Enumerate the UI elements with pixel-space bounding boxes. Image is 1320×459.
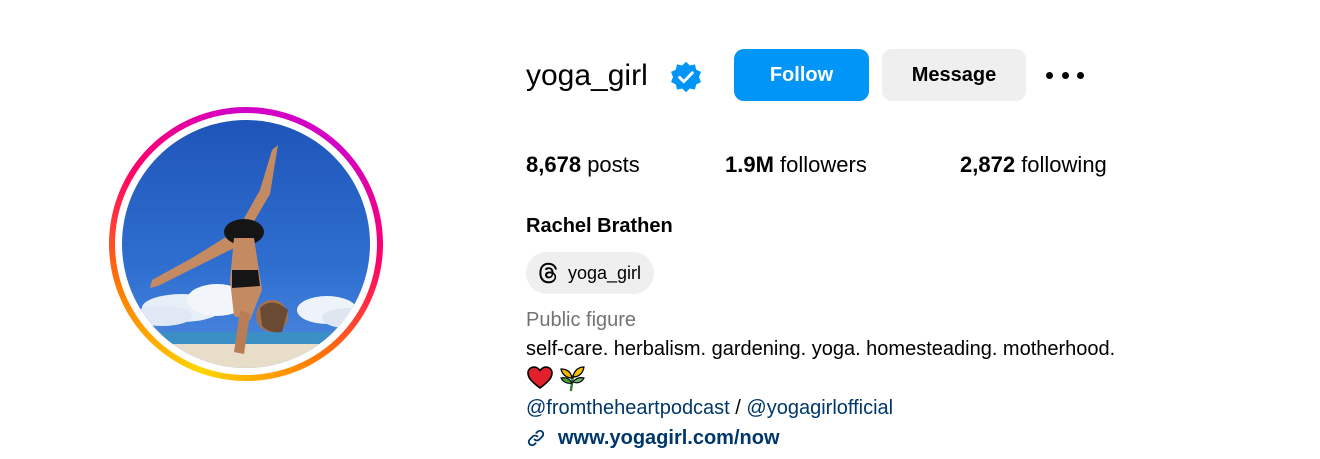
threads-label: yoga_girl: [568, 262, 642, 283]
followers-stat[interactable]: 1.9M followers: [725, 148, 867, 182]
posts-label: posts: [587, 152, 640, 177]
mention-link-official[interactable]: @yogagirlofficial: [746, 397, 893, 419]
profile-page: yoga_girl Follow Message 8,678 posts 1.9…: [0, 0, 1320, 459]
threads-icon: [539, 262, 557, 284]
link-icon: [527, 429, 545, 447]
story-ring[interactable]: [109, 107, 383, 381]
bio-emojis: [526, 364, 586, 392]
message-button[interactable]: Message: [882, 49, 1026, 101]
bio-text: self-care. herbalism. gardening. yoga. h…: [526, 338, 1116, 360]
mention-link-podcast[interactable]: @fromtheheartpodcast: [526, 397, 730, 419]
following-stat[interactable]: 2,872 following: [960, 148, 1107, 182]
avatar-gap: [115, 113, 377, 375]
dot: [1077, 71, 1084, 79]
follow-button[interactable]: Follow: [734, 49, 869, 101]
category-label: Public figure: [526, 309, 637, 331]
dot: [1061, 71, 1069, 79]
username: yoga_girl: [526, 59, 648, 92]
red-heart-icon: [527, 366, 553, 389]
threads-badge[interactable]: yoga_girl: [526, 252, 655, 294]
website-row: www.yogagirl.com/now: [526, 424, 780, 452]
posts-stat: 8,678 posts: [526, 148, 640, 182]
dot: [1046, 71, 1053, 79]
followers-label: followers: [780, 152, 867, 177]
avatar[interactable]: [122, 120, 370, 368]
posts-count: 8,678: [526, 152, 582, 177]
full-name: Rachel Brathen: [526, 215, 673, 237]
avatar-photo: [122, 120, 370, 368]
ellipsis-icon[interactable]: [1046, 62, 1084, 88]
followers-count: 1.9M: [725, 152, 774, 177]
following-label: following: [1021, 152, 1107, 177]
bio-mentions: @fromtheheartpodcast / @yogagirlofficial: [526, 394, 893, 422]
verified-badge-icon: [671, 61, 701, 93]
mention-separator: /: [729, 397, 747, 419]
following-count: 2,872: [960, 152, 1016, 177]
website-link[interactable]: www.yogagirl.com/now: [558, 427, 780, 450]
herb-sprout-icon: [560, 366, 585, 392]
